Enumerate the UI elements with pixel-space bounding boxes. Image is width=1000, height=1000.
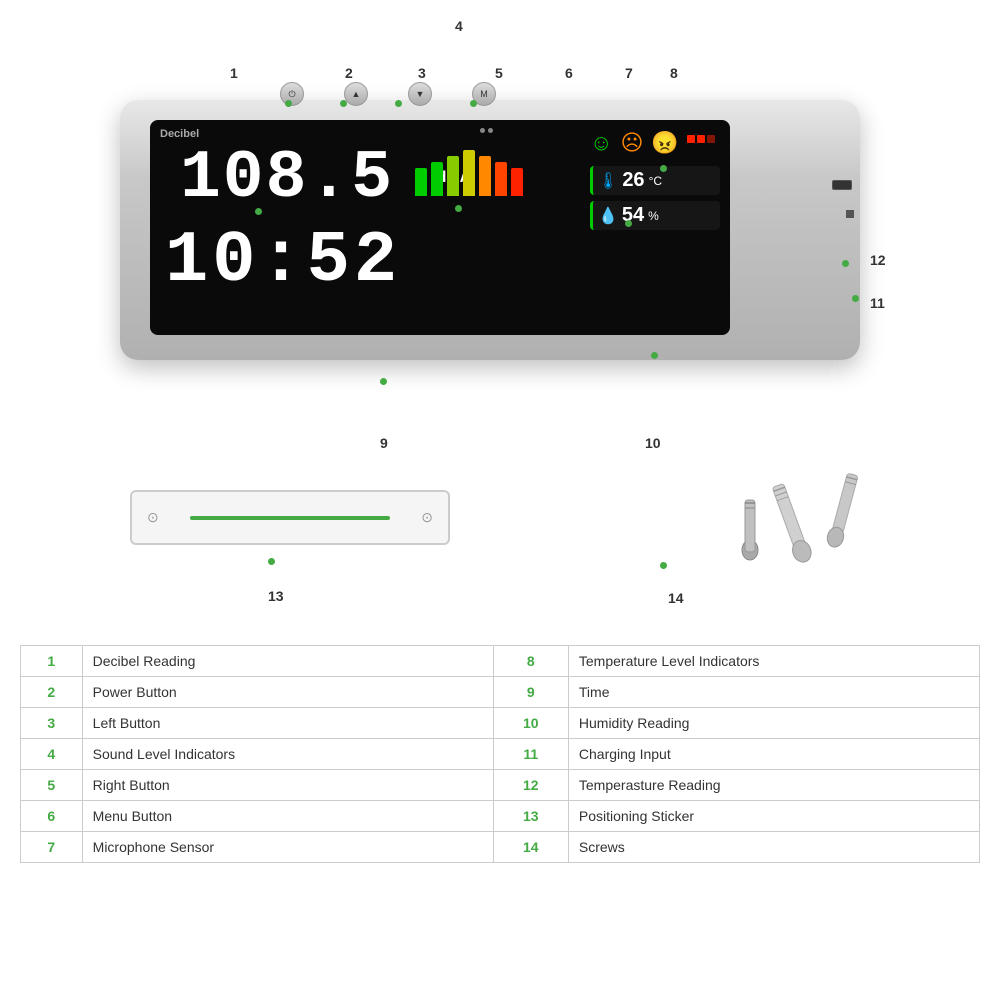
right-num: 11 bbox=[493, 739, 568, 770]
dot-14 bbox=[660, 562, 667, 569]
face-sad-icon: 😠 bbox=[651, 130, 678, 156]
left-num: 5 bbox=[21, 770, 83, 801]
label-8: 8 bbox=[670, 65, 678, 81]
table-row: 6 Menu Button 13 Positioning Sticker bbox=[21, 801, 980, 832]
decibel-label: Decibel bbox=[160, 128, 199, 140]
humidity-icon: 💧 bbox=[598, 206, 618, 226]
dot-8 bbox=[660, 165, 667, 172]
sticker-line bbox=[190, 516, 390, 520]
sticker-screw-left: ⊙ bbox=[147, 509, 159, 526]
label-6: 6 bbox=[565, 65, 573, 81]
right-label: Temperature Level Indicators bbox=[568, 646, 979, 677]
power-button[interactable]: ⏻ bbox=[280, 82, 304, 106]
table-row: 3 Left Button 10 Humidity Reading bbox=[21, 708, 980, 739]
label-10: 10 bbox=[645, 435, 661, 451]
table-row: 1 Decibel Reading 8 Temperature Level In… bbox=[21, 646, 980, 677]
dot-11 bbox=[852, 295, 859, 302]
dot-2 bbox=[285, 100, 292, 107]
left-button[interactable]: ▲ bbox=[344, 82, 368, 106]
left-label: Right Button bbox=[82, 770, 493, 801]
microphone-sensor bbox=[846, 210, 854, 218]
label-9: 9 bbox=[380, 435, 388, 451]
right-label: Positioning Sticker bbox=[568, 801, 979, 832]
dot-10 bbox=[651, 352, 658, 359]
table-row: 7 Microphone Sensor 14 Screws bbox=[21, 832, 980, 863]
positioning-sticker: ⊙ ⊙ bbox=[130, 490, 450, 545]
label-13: 13 bbox=[268, 588, 284, 604]
left-num: 4 bbox=[21, 739, 83, 770]
label-4: 4 bbox=[455, 18, 463, 34]
table-row: 2 Power Button 9 Time bbox=[21, 677, 980, 708]
parts-table: 1 Decibel Reading 8 Temperature Level In… bbox=[20, 645, 980, 863]
screws-area bbox=[720, 470, 920, 570]
right-label: Temperasture Reading bbox=[568, 770, 979, 801]
right-num: 12 bbox=[493, 770, 568, 801]
time-display: 10:52 bbox=[165, 220, 401, 302]
dot-7 bbox=[625, 220, 632, 227]
dot-12 bbox=[842, 260, 849, 267]
left-num: 2 bbox=[21, 677, 83, 708]
face-happy-icon: ☺ bbox=[590, 130, 612, 156]
dot-5 bbox=[395, 100, 402, 107]
right-panel: ☺ ☹ 😠 🌡 26 °C 💧 54 bbox=[590, 130, 720, 330]
label-11: 11 bbox=[870, 295, 885, 311]
left-label: Menu Button bbox=[82, 801, 493, 832]
temp-unit: °C bbox=[649, 174, 662, 188]
top-buttons-row: ⏻ ▲ ▼ M bbox=[280, 82, 496, 106]
left-label: Left Button bbox=[82, 708, 493, 739]
diagram-area: ⏻ ▲ ▼ M Decibel 108.5 dBA bbox=[0, 0, 1000, 640]
label-1: 1 bbox=[230, 65, 238, 81]
status-dots bbox=[480, 128, 493, 133]
label-2: 2 bbox=[345, 65, 353, 81]
left-label: Power Button bbox=[82, 677, 493, 708]
label-14: 14 bbox=[668, 590, 684, 606]
left-num: 3 bbox=[21, 708, 83, 739]
battery-indicator bbox=[687, 135, 715, 143]
dot-4 bbox=[455, 205, 462, 212]
label-7: 7 bbox=[625, 65, 633, 81]
temperature-row: 🌡 26 °C bbox=[590, 166, 720, 195]
device-body: ⏻ ▲ ▼ M Decibel 108.5 dBA bbox=[120, 100, 860, 360]
right-label: Time bbox=[568, 677, 979, 708]
left-num: 6 bbox=[21, 801, 83, 832]
sticker-screw-right: ⊙ bbox=[421, 509, 433, 526]
left-num: 7 bbox=[21, 832, 83, 863]
dot-6 bbox=[470, 100, 477, 107]
right-num: 8 bbox=[493, 646, 568, 677]
label-5: 5 bbox=[495, 65, 503, 81]
right-button-btn[interactable]: ▼ bbox=[408, 82, 432, 106]
temperature-level-indicators: ☺ ☹ 😠 bbox=[590, 130, 720, 156]
humidity-row: 💧 54 % bbox=[590, 201, 720, 230]
left-num: 1 bbox=[21, 646, 83, 677]
right-label: Humidity Reading bbox=[568, 708, 979, 739]
label-12: 12 bbox=[870, 252, 886, 268]
right-label: Charging Input bbox=[568, 739, 979, 770]
left-label: Sound Level Indicators bbox=[82, 739, 493, 770]
charging-input bbox=[832, 180, 852, 190]
right-num: 13 bbox=[493, 801, 568, 832]
table-row: 4 Sound Level Indicators 11 Charging Inp… bbox=[21, 739, 980, 770]
sound-level-indicators bbox=[415, 150, 523, 196]
dot-3 bbox=[340, 100, 347, 107]
dot-13 bbox=[268, 558, 275, 565]
table-row: 5 Right Button 12 Temperasture Reading bbox=[21, 770, 980, 801]
humidity-unit: % bbox=[648, 209, 659, 223]
label-3: 3 bbox=[418, 65, 426, 81]
right-num: 9 bbox=[493, 677, 568, 708]
right-label: Screws bbox=[568, 832, 979, 863]
dot-9 bbox=[380, 378, 387, 385]
left-label: Microphone Sensor bbox=[82, 832, 493, 863]
sticker-area: ⊙ ⊙ bbox=[130, 490, 480, 560]
temperature-reading: 26 bbox=[622, 169, 644, 192]
left-label: Decibel Reading bbox=[82, 646, 493, 677]
dot-1 bbox=[255, 208, 262, 215]
screws-svg bbox=[720, 470, 920, 580]
device-screen: Decibel 108.5 dBA 10:52 bbox=[150, 120, 730, 335]
right-num: 14 bbox=[493, 832, 568, 863]
right-num: 10 bbox=[493, 708, 568, 739]
thermometer-icon: 🌡 bbox=[598, 171, 618, 191]
face-neutral-icon: ☹ bbox=[620, 130, 643, 156]
